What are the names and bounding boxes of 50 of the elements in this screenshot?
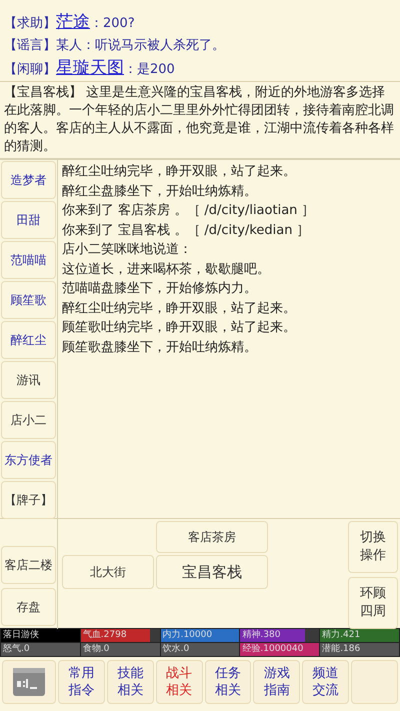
terminal-button[interactable]: [2, 660, 56, 704]
action-button[interactable]: 环顾四周: [348, 577, 398, 629]
player-link[interactable]: 星璇天图: [56, 58, 124, 78]
action-button[interactable]: 切换操作: [348, 521, 398, 573]
log-line: 醉红尘吐纳完毕，睁开双眼，站了起来。: [62, 300, 297, 318]
log-line: 顾笙歌吐纳完毕，睁开双眼，站了起来。: [62, 319, 297, 337]
player-button[interactable]: 范喵喵: [1, 241, 56, 279]
stat-bar: 怒气.0: [1, 643, 80, 656]
stat-bar: 内力.10000: [160, 629, 240, 642]
menu-button[interactable]: 战斗相关: [156, 660, 203, 704]
player-button[interactable]: 东方使者: [1, 441, 56, 479]
exit-button[interactable]: 客店茶房: [156, 521, 268, 553]
log-line: 这位道长，进来喝杯茶，歇歇腿吧。: [62, 260, 271, 278]
log-line: 顾笙歌盘膝坐下，开始吐纳炼精。: [62, 338, 258, 356]
menu-button[interactable]: 游戏指南: [253, 660, 300, 704]
log-line: 你来到了 客店茶房 。［ /d/city/liaotian ］: [62, 202, 316, 220]
log-line: 你来到了 宝昌客栈 。［ /d/city/kedian ］: [62, 222, 311, 240]
player-button[interactable]: 田甜: [1, 201, 56, 239]
stat-bar: 饮水.0: [160, 643, 240, 656]
current-room-button[interactable]: 宝昌客栈: [156, 555, 268, 589]
log-line: 醉红尘盘膝坐下，开始吐纳炼精。: [62, 182, 258, 200]
npc-button[interactable]: 店小二: [1, 401, 56, 439]
player-button[interactable]: 造梦者: [1, 161, 56, 199]
stat-bar: 精力.421: [320, 629, 399, 642]
menu-button[interactable]: 频道交流: [302, 660, 350, 704]
room-description: 【宝昌客栈】 这里是生意兴隆的宝昌客栈，附近的外地游客多选择在此落脚。一个年轻的店小二里里外外忙得团团转，接待着南腔北调的客人。客店的主人从不露面，他究竟是谁，江湖中流传着各种各样的猜测。: [0, 82, 400, 160]
log-line: 醉红尘吐纳完毕，睁开双眼，站了起来。: [62, 163, 297, 181]
stat-bar: 气血.2798: [80, 629, 160, 642]
player-button[interactable]: 顾笙歌: [1, 281, 56, 319]
command-button[interactable]: 客店二楼: [1, 546, 56, 584]
stat-bar: 潜能.186: [320, 643, 399, 656]
stat-bar: 经验.1000040: [240, 643, 320, 656]
player-button[interactable]: 醉红尘: [1, 321, 56, 359]
log-line: 范喵喵盘膝坐下，开始修炼内力。: [62, 280, 258, 298]
player-link[interactable]: 茫途: [56, 12, 90, 32]
log-line: 店小二笑咪咪地说道：: [62, 241, 193, 259]
menu-button[interactable]: 常用指令: [58, 660, 105, 704]
exit-button[interactable]: 北大街: [62, 555, 154, 589]
stat-bar: 精神.380: [240, 629, 320, 642]
stat-bar: 食物.0: [80, 643, 160, 656]
chat-line: 【求助】茫途：200?: [4, 12, 136, 34]
chat-line: 【闲聊】星璇天图：是200: [4, 58, 176, 80]
terminal-icon: [12, 665, 46, 699]
stat-bar: 落日游侠: [1, 629, 80, 642]
chat-line: 【谣言】某人：听说马示被人杀死了。: [4, 37, 226, 55]
npc-button[interactable]: 【牌子】: [1, 481, 56, 519]
menu-button[interactable]: 任务相关: [204, 660, 252, 704]
menu-button[interactable]: 技能相关: [106, 660, 154, 704]
npc-button[interactable]: 游讯: [1, 361, 56, 399]
command-button[interactable]: 存盘: [1, 588, 56, 626]
